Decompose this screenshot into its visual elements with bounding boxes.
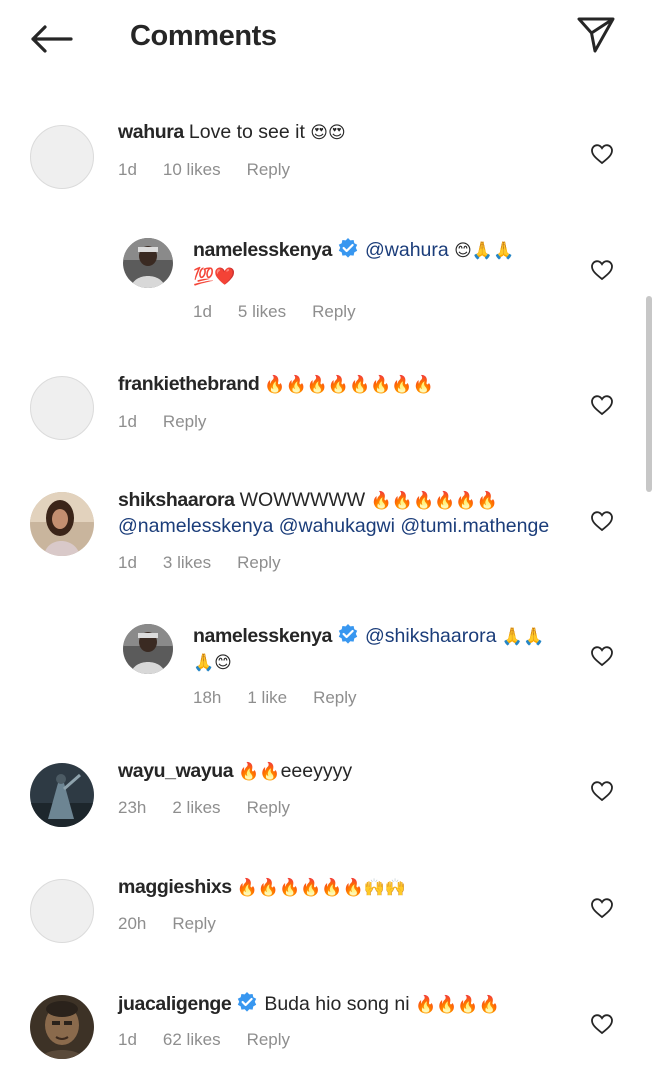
comment-username[interactable]: wayu_wayua <box>118 760 234 782</box>
comment-text: maggieshixs 🔥🔥🔥🔥🔥🔥🙌🙌 <box>118 875 588 901</box>
avatar-photo <box>30 492 94 556</box>
avatar-photo <box>30 995 94 1059</box>
comment-emojis: 🔥🔥🔥🔥🔥🔥🔥🔥 <box>264 375 434 395</box>
heart-icon[interactable] <box>590 509 614 533</box>
comment-body: eeeyyyy <box>280 760 353 782</box>
comment-time: 1d <box>118 412 137 431</box>
comment-username[interactable]: frankiethebrand <box>118 373 260 395</box>
comment-meta: 18h 1 like Reply <box>193 688 357 708</box>
comment-likes[interactable]: 62 likes <box>163 1030 221 1050</box>
comment-likes[interactable]: 5 likes <box>238 302 286 322</box>
comment-mention[interactable]: @shikshaarora <box>365 625 496 647</box>
comment-emojis: 😊🙏🙏 <box>454 241 515 261</box>
comment-likes[interactable]: 2 likes <box>172 798 220 818</box>
comment-time: 1d <box>118 553 137 572</box>
comment-meta: 1d 62 likes Reply <box>118 1030 290 1050</box>
comment-emojis: 🔥🔥🔥🔥 <box>415 995 500 1015</box>
verified-badge-icon <box>238 992 257 1012</box>
heart-icon[interactable] <box>590 896 614 920</box>
comment-time: 1d <box>118 1030 137 1049</box>
reply-button[interactable]: Reply <box>312 302 355 322</box>
reply-button[interactable]: Reply <box>172 914 215 934</box>
comment-time: 20h <box>118 914 147 933</box>
heart-icon[interactable] <box>590 142 614 166</box>
comment-meta: 1d 10 likes Reply <box>118 160 290 180</box>
reply-button[interactable]: Reply <box>313 688 356 708</box>
avatar[interactable] <box>123 624 173 674</box>
comment-meta: 1d 3 likes Reply <box>118 553 281 573</box>
comment-text: wahura Love to see it 😍😍 <box>118 120 588 146</box>
comment-emojis: 🙏🙏 <box>501 627 545 647</box>
comment-emojis-line2: 💯❤️ <box>193 267 236 287</box>
heart-icon[interactable] <box>590 1012 614 1036</box>
comment-emojis-line2: 🙏😊 <box>193 653 232 673</box>
comment-meta: 20h Reply <box>118 914 216 934</box>
back-button[interactable] <box>28 20 74 58</box>
comment-text: namelesskenya @shikshaarora 🙏🙏 🙏😊 <box>193 623 573 676</box>
avatar[interactable] <box>30 125 94 189</box>
comment-time: 18h <box>193 688 222 707</box>
comment-likes[interactable]: 1 like <box>247 688 287 708</box>
arrow-left-icon <box>31 25 73 53</box>
avatar[interactable] <box>30 492 94 556</box>
verified-badge-icon <box>338 238 358 258</box>
comment-likes[interactable]: 3 likes <box>163 553 211 573</box>
comment-mentions[interactable]: @namelesskenya @wahukagwi @tumi.mathenge <box>118 515 549 537</box>
avatar[interactable] <box>30 763 94 827</box>
comment-likes[interactable]: 10 likes <box>163 160 221 180</box>
avatar-photo <box>30 763 94 827</box>
heart-icon[interactable] <box>590 393 614 417</box>
comment-body: Buda hio song ni <box>264 993 410 1015</box>
comment-text: wayu_wayua 🔥🔥eeeyyyy <box>118 759 588 785</box>
avatar[interactable] <box>30 995 94 1059</box>
comment-username[interactable]: wahura <box>118 121 184 143</box>
avatar[interactable] <box>30 376 94 440</box>
comment-time: 1d <box>193 302 212 321</box>
comment-text: namelesskenya @wahura 😊🙏🙏 💯❤️ <box>193 237 573 290</box>
reply-button[interactable]: Reply <box>237 553 280 573</box>
comment-emojis: 🔥🔥 <box>238 762 281 782</box>
comment-meta: 1d 5 likes Reply <box>193 302 356 322</box>
comment-mention[interactable]: @wahura <box>365 239 449 261</box>
comment-meta: 1d Reply <box>118 412 206 432</box>
heart-icon[interactable] <box>590 779 614 803</box>
heart-icon[interactable] <box>590 258 614 282</box>
comment-username[interactable]: namelesskenya <box>193 625 332 647</box>
avatar[interactable] <box>30 879 94 943</box>
comment-body: Love to see it <box>188 121 305 143</box>
comment-body: WOWWWWW <box>239 489 366 511</box>
comment-emojis: 🔥🔥🔥🔥🔥🔥 <box>370 491 498 511</box>
comment-text: frankiethebrand 🔥🔥🔥🔥🔥🔥🔥🔥 <box>118 372 588 398</box>
comment-time: 1d <box>118 160 137 179</box>
heart-icon[interactable] <box>590 644 614 668</box>
page-title: Comments <box>130 20 277 52</box>
comment-time: 23h <box>118 798 147 817</box>
verified-badge-icon <box>338 624 358 644</box>
scrollbar[interactable] <box>646 296 652 492</box>
comment-emojis: 😍😍 <box>310 123 346 143</box>
comment-username[interactable]: juacaligenge <box>118 993 232 1015</box>
avatar-photo <box>123 238 173 288</box>
avatar-photo <box>123 624 173 674</box>
comment-username[interactable]: shikshaarora <box>118 489 235 511</box>
reply-button[interactable]: Reply <box>247 160 290 180</box>
header-bar: Comments <box>0 0 653 78</box>
share-button[interactable] <box>574 14 618 56</box>
comment-meta: 23h 2 likes Reply <box>118 798 290 818</box>
comment-username[interactable]: namelesskenya <box>193 239 332 261</box>
comment-username[interactable]: maggieshixs <box>118 876 232 898</box>
reply-button[interactable]: Reply <box>247 1030 290 1050</box>
avatar[interactable] <box>123 238 173 288</box>
comment-text: shikshaarora WOWWWWW 🔥🔥🔥🔥🔥🔥 @namelesskeny… <box>118 488 588 539</box>
reply-button[interactable]: Reply <box>247 798 290 818</box>
comment-text: juacaligenge Buda hio song ni 🔥🔥🔥🔥 <box>118 991 588 1018</box>
comment-emojis: 🔥🔥🔥🔥🔥🔥🙌🙌 <box>236 878 407 898</box>
paper-plane-icon <box>577 17 615 53</box>
reply-button[interactable]: Reply <box>163 412 206 432</box>
